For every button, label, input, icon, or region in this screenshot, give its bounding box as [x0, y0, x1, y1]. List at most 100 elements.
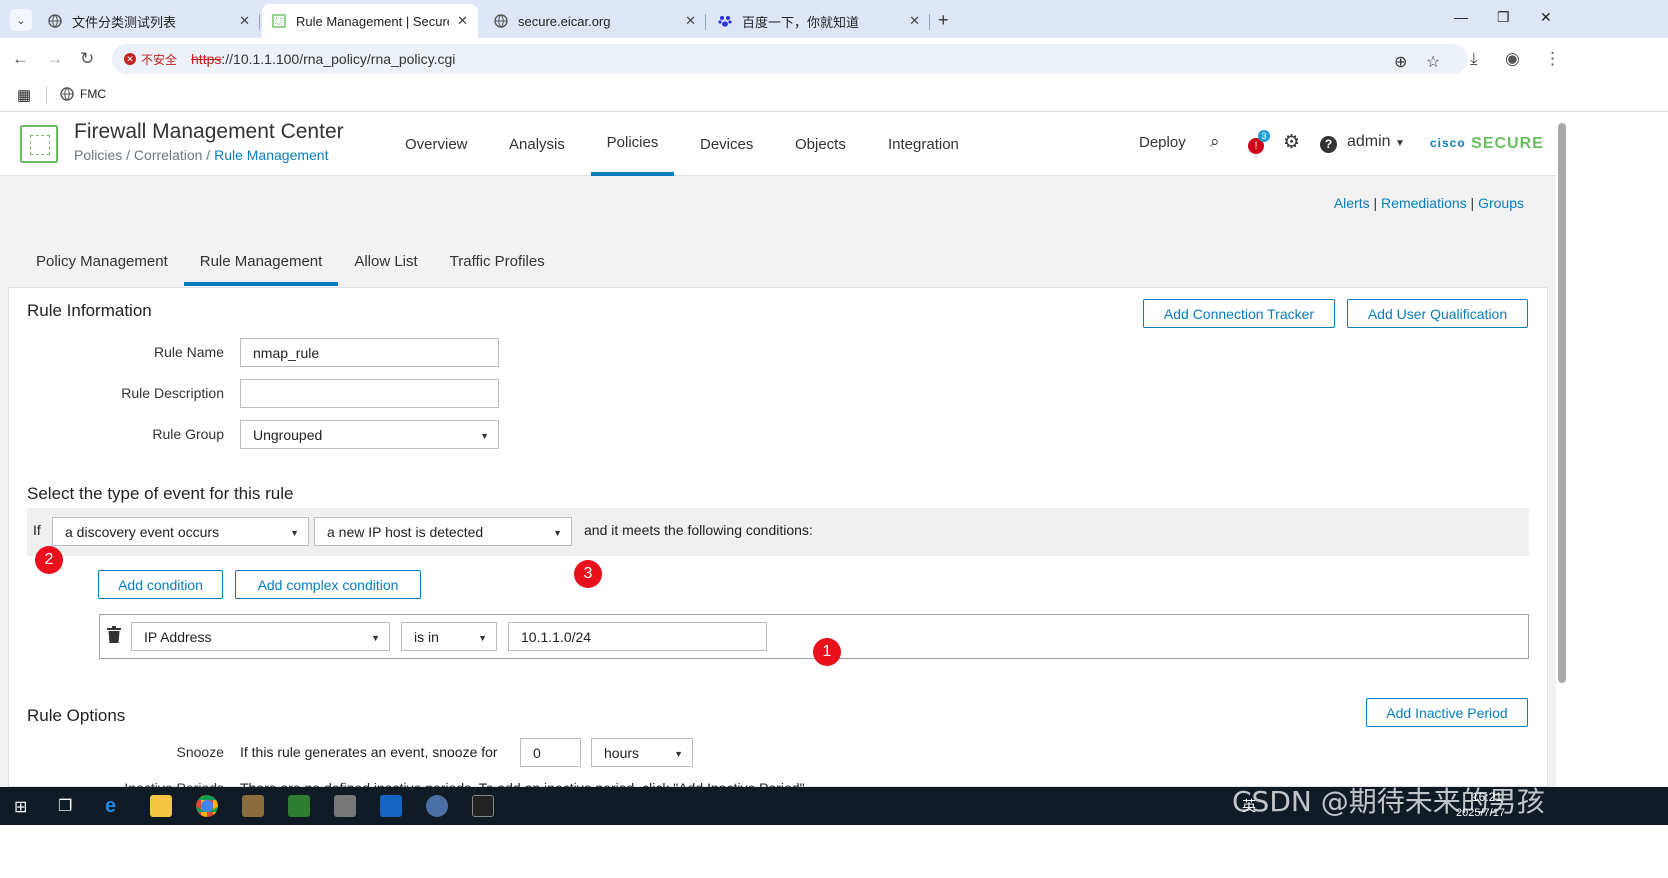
nav-integration[interactable]: Integration — [872, 113, 975, 176]
snooze-unit-select[interactable]: hours ▼ — [591, 738, 693, 767]
edge-icon[interactable]: e — [105, 795, 127, 817]
csdn-watermark: CSDN @期待未来的男孩 — [1232, 785, 1545, 818]
bookmark-fmc[interactable]: FMC — [60, 87, 106, 101]
tab-search-chevron-icon[interactable]: ⌄ — [10, 9, 32, 31]
nav-overview[interactable]: Overview — [389, 113, 484, 176]
browser-tab[interactable]: secure.eicar.org ✕ — [484, 4, 706, 38]
breadcrumb-separator: / — [122, 147, 134, 163]
deploy-button[interactable]: Deploy — [1139, 134, 1186, 151]
event-row: If a discovery event occurs ▼ a new IP ho… — [27, 508, 1529, 556]
bookmark-star-icon[interactable]: ☆ — [1426, 52, 1440, 72]
top-links: Alerts | Remediations | Groups — [1334, 195, 1524, 211]
event-type-select[interactable]: a discovery event occurs ▼ — [52, 517, 309, 546]
rule-description-label: Rule Description — [121, 385, 224, 401]
close-tab-icon[interactable]: ✕ — [685, 13, 696, 29]
control-panel-icon[interactable] — [334, 795, 356, 817]
tab-separator — [929, 14, 930, 30]
add-user-qualification-button[interactable]: Add User Qualification — [1347, 299, 1528, 328]
fmc-logo-icon[interactable] — [20, 125, 58, 163]
condition-value-input[interactable]: 10.1.1.0/24 — [508, 622, 767, 651]
globe-icon — [48, 14, 62, 28]
windows-start-icon[interactable]: ⊞ — [14, 797, 27, 817]
snooze-unit-value: hours — [604, 744, 640, 761]
user-menu[interactable]: admin ▼ — [1347, 133, 1405, 151]
snooze-label: Snooze — [176, 744, 224, 760]
dropdown-arrow-icon: ▼ — [553, 528, 562, 538]
rule-name-label: Rule Name — [153, 344, 224, 360]
close-tab-icon[interactable]: ✕ — [239, 13, 250, 29]
insecure-badge[interactable]: ✕ 不安全 — [124, 51, 177, 68]
rule-name-input[interactable]: nmap_rule — [240, 338, 499, 367]
app-title: Firewall Management Center — [74, 120, 344, 143]
breadcrumb-rule-management[interactable]: Rule Management — [214, 147, 328, 163]
terminal-icon[interactable] — [472, 795, 494, 817]
gear-icon[interactable]: ⚙ — [1283, 131, 1300, 154]
nav-devices[interactable]: Devices — [684, 113, 769, 176]
apps-grid-icon[interactable]: ▦ — [17, 86, 31, 104]
browser-tab[interactable]: 百度一下，你就知道 ✕ — [708, 4, 930, 38]
nav-objects[interactable]: Objects — [779, 113, 862, 176]
network-icon[interactable] — [288, 795, 310, 817]
zoom-icon[interactable]: ⊕ — [1394, 52, 1407, 72]
condition-operator-value: is in — [414, 628, 439, 645]
trash-icon[interactable] — [107, 626, 121, 648]
rule-editor-panel: Rule Information Add Connection Tracker … — [8, 287, 1548, 796]
restore-icon[interactable]: ❐ — [1497, 9, 1510, 26]
alert-icon[interactable]: ! 3 — [1248, 130, 1270, 154]
conditions-text: and it meets the following conditions: — [584, 522, 813, 538]
profile-icon[interactable]: ◉ — [1505, 49, 1520, 69]
browser-tab[interactable]: 文件分类测试列表 ✕ — [38, 4, 260, 38]
omnibox[interactable]: ✕ 不安全 https://10.1.1.100/rna_policy/rna_p… — [112, 44, 1468, 74]
server-manager-icon[interactable] — [242, 795, 264, 817]
breadcrumb-correlation: Correlation — [133, 147, 203, 163]
event-detail-select[interactable]: a new IP host is detected ▼ — [314, 517, 572, 546]
rule-group-value: Ungrouped — [253, 426, 323, 443]
rule-group-select[interactable]: Ungrouped ▼ — [240, 420, 499, 449]
search-app-icon[interactable] — [426, 795, 448, 817]
nav-policies[interactable]: Policies — [591, 113, 674, 176]
help-icon[interactable]: ? — [1320, 136, 1337, 153]
search-icon[interactable]: ⌕ — [1210, 132, 1220, 152]
url-text[interactable]: https://10.1.1.100/rna_policy/rna_policy… — [191, 51, 455, 67]
forward-arrow-icon[interactable]: → — [46, 49, 63, 69]
event-detail-value: a new IP host is detected — [327, 523, 484, 540]
add-condition-button[interactable]: Add condition — [98, 570, 223, 599]
chrome-icon[interactable] — [196, 795, 218, 817]
tab-policy-management[interactable]: Policy Management — [20, 239, 184, 286]
dropdown-arrow-icon: ▼ — [674, 749, 683, 759]
browser-menu-icon[interactable]: ⋮ — [1544, 49, 1561, 69]
link-separator: | — [1470, 195, 1475, 211]
download-icon[interactable]: ⤓ — [1470, 49, 1478, 69]
add-inactive-period-button[interactable]: Add Inactive Period — [1366, 698, 1528, 727]
task-view-icon[interactable]: ❐ — [58, 796, 72, 816]
rule-options-title: Rule Options — [27, 706, 126, 725]
window-close-icon[interactable]: ✕ — [1540, 9, 1552, 26]
remediations-link[interactable]: Remediations — [1381, 195, 1467, 211]
groups-link[interactable]: Groups — [1478, 195, 1524, 211]
globe-icon — [494, 14, 508, 28]
close-tab-icon[interactable]: ✕ — [457, 13, 468, 29]
alerts-link[interactable]: Alerts — [1334, 195, 1370, 211]
add-complex-condition-button[interactable]: Add complex condition — [235, 570, 421, 599]
back-arrow-icon[interactable]: ← — [12, 49, 29, 69]
minimize-icon[interactable]: — — [1454, 9, 1468, 25]
scrollbar-thumb[interactable] — [1558, 123, 1566, 683]
app-icon[interactable] — [380, 795, 402, 817]
condition-operator-select[interactable]: is in ▼ — [401, 622, 497, 651]
condition-field-select[interactable]: IP Address ▼ — [131, 622, 390, 651]
tab-rule-management[interactable]: Rule Management — [183, 239, 339, 286]
file-explorer-icon[interactable] — [150, 795, 172, 817]
rule-description-input[interactable] — [240, 379, 499, 408]
close-tab-icon[interactable]: ✕ — [909, 13, 920, 29]
correlation-subtabs: Policy Management Rule Management Allow … — [20, 239, 561, 286]
browser-tab-active[interactable]: Rule Management | Secure F ✕ — [262, 4, 478, 38]
nav-analysis[interactable]: Analysis — [493, 113, 581, 176]
snooze-value-input[interactable]: 0 — [520, 738, 581, 767]
add-connection-tracker-button[interactable]: Add Connection Tracker — [1143, 299, 1335, 328]
new-tab-plus-icon[interactable]: + — [938, 10, 949, 31]
address-toolbar: ← → ↻ ✕ 不安全 https://10.1.1.100/rna_policy… — [0, 38, 1668, 80]
tab-allow-list[interactable]: Allow List — [338, 239, 433, 286]
reload-icon[interactable]: ↻ — [80, 49, 94, 69]
tab-traffic-profiles[interactable]: Traffic Profiles — [434, 239, 561, 286]
page-scrollbar[interactable] — [1556, 113, 1568, 787]
